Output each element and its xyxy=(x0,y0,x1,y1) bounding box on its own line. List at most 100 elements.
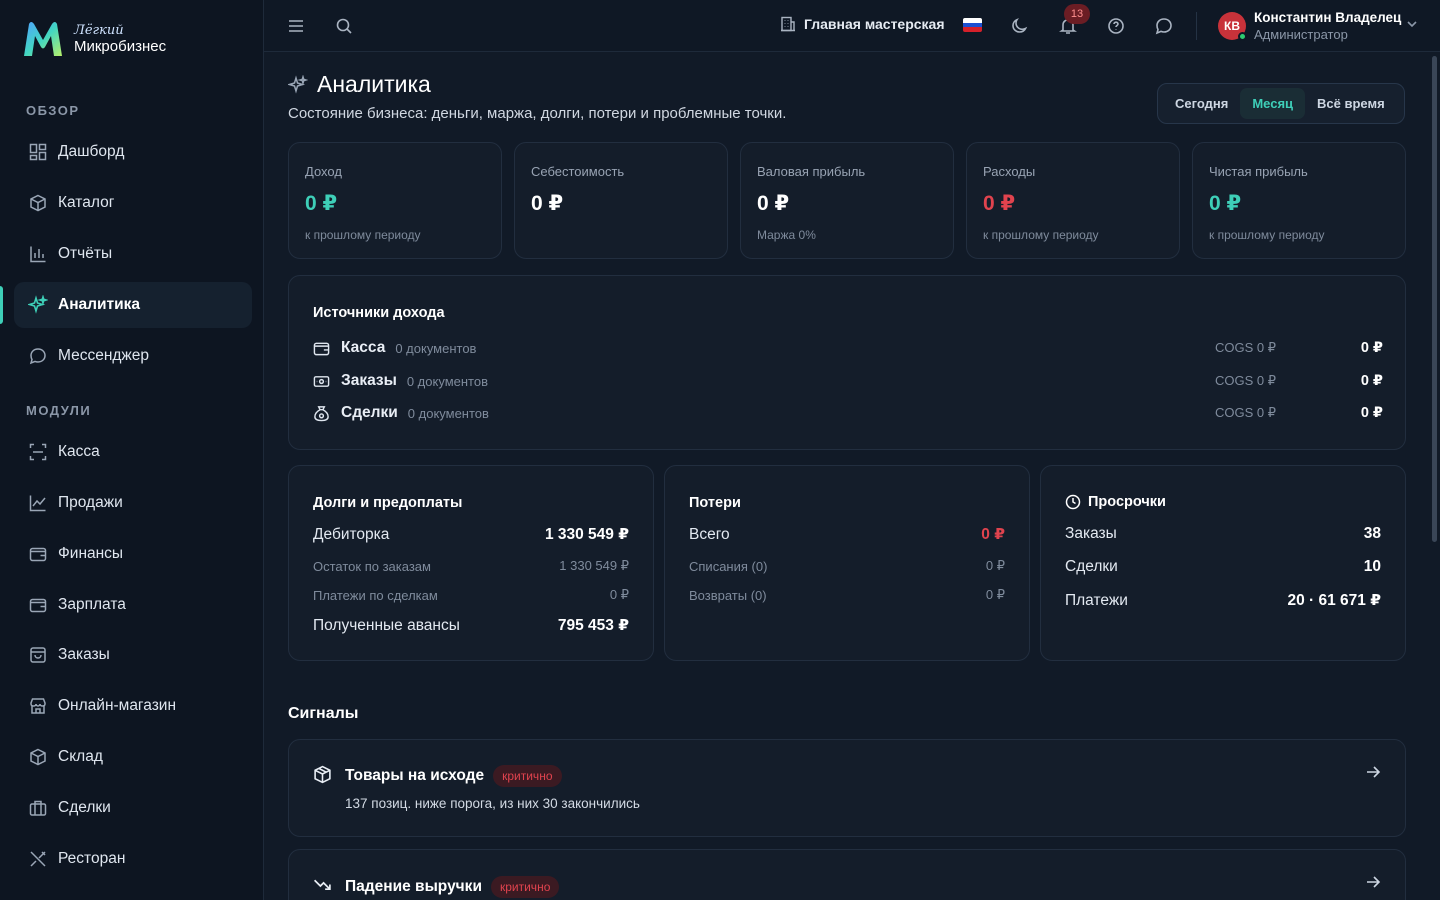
deal-payments-value: 0 ₽ xyxy=(609,587,629,602)
sidebar-item-reports[interactable]: Отчёты xyxy=(14,231,252,277)
period-switcher: Сегодня Месяц Всё время xyxy=(1157,83,1405,124)
sidebar-item-sales[interactable]: Продажи xyxy=(14,480,252,526)
list-item[interactable]: Заказы 0 документов COGS 0 ₽ 0 ₽ xyxy=(313,369,1383,393)
income-sources-title: Источники дохода xyxy=(313,305,445,321)
sidebar-item-label: Зарплата xyxy=(58,596,126,613)
source-amount: 0 ₽ xyxy=(1360,405,1383,421)
sidebar-item-label: Каталог xyxy=(58,194,115,211)
receivable-value: 1 330 549 ₽ xyxy=(544,526,629,543)
help-icon[interactable] xyxy=(1104,14,1128,38)
kpi-label: Себестоимость xyxy=(531,164,625,179)
menu-icon[interactable] xyxy=(284,14,308,38)
overdue-orders-row[interactable]: Заказы 38 xyxy=(1065,525,1381,543)
sidebar-item-salary[interactable]: Зарплата xyxy=(14,582,252,628)
deal-payments-row: Платежи по сделкам 0 ₽ xyxy=(313,587,629,603)
sidebar-item-label: Финансы xyxy=(58,545,124,562)
sidebar-item-analytics[interactable]: Аналитика xyxy=(14,282,252,328)
logo-mark-icon xyxy=(24,22,62,56)
kpi-income: Доход 0 ₽ к прошлому периоду xyxy=(288,142,502,259)
deal-payments-label: Платежи по сделкам xyxy=(313,587,438,603)
orders-rest-label: Остаток по заказам xyxy=(313,558,431,574)
returns-label: Возвраты (0) xyxy=(689,587,767,603)
utensils-icon xyxy=(28,849,48,869)
orders-rest-value: 1 330 549 ₽ xyxy=(559,558,629,573)
signals-title: Сигналы xyxy=(288,705,359,722)
active-indicator xyxy=(0,286,3,324)
topbar: Главная мастерская 13 КВ Константин Влад… xyxy=(264,0,1440,52)
sidebar-item-cashier[interactable]: Касса xyxy=(14,429,252,475)
scrollbar[interactable] xyxy=(1432,56,1437,542)
list-item[interactable]: Сделки 0 документов COGS 0 ₽ 0 ₽ xyxy=(313,401,1383,425)
overdue-title: Просрочки xyxy=(1065,494,1166,510)
sidebar-item-label: Онлайн-магазин xyxy=(58,697,177,714)
source-amount: 0 ₽ xyxy=(1360,340,1383,356)
chat-icon[interactable] xyxy=(1152,14,1176,38)
returns-value: 0 ₽ xyxy=(985,587,1005,602)
source-amount: 0 ₽ xyxy=(1360,373,1383,389)
brand-line2: Микробизнес xyxy=(74,38,167,55)
overdue-card: Просрочки Заказы 38 Сделки 10 Платежи 20… xyxy=(1040,465,1406,661)
writeoffs-label: Списания (0) xyxy=(689,558,768,574)
losses-card: Потери Всего 0 ₽ Списания (0) 0 ₽ Возвра… xyxy=(664,465,1030,661)
status-badge: критично xyxy=(490,876,560,898)
kpi-gross-profit: Валовая прибыль 0 ₽ Маржа 0% xyxy=(740,142,954,259)
arrow-right-icon[interactable] xyxy=(1365,874,1381,895)
losses-total-row: Всего 0 ₽ xyxy=(689,525,1005,544)
sidebar-item-label: Продажи xyxy=(58,494,123,511)
ru-flag-icon[interactable] xyxy=(963,18,982,32)
sidebar-item-label: Аналитика xyxy=(58,296,141,313)
signal-card-low-stock[interactable]: Товары на исходе критично 137 позиц. ниж… xyxy=(288,739,1406,837)
page-title-text: Аналитика xyxy=(317,71,431,97)
writeoffs-row: Списания (0) 0 ₽ xyxy=(689,558,1005,574)
arrow-right-icon[interactable] xyxy=(1365,764,1381,785)
overdue-payments-label: Платежи xyxy=(1065,591,1128,609)
signal-title: Падение выручки критично xyxy=(345,876,560,898)
overdue-deals-row[interactable]: Сделки 10 xyxy=(1065,558,1381,576)
section-overview: ОБЗОР xyxy=(26,103,80,118)
signal-description: 137 позиц. ниже порога, из них 30 законч… xyxy=(345,796,640,811)
bag-icon xyxy=(28,645,48,665)
losses-title: Потери xyxy=(689,495,741,511)
sidebar-item-dashboard[interactable]: Дашборд xyxy=(14,129,252,175)
sidebar-item-orders[interactable]: Заказы xyxy=(14,632,252,678)
source-cogs: COGS 0 ₽ xyxy=(1215,340,1277,355)
sidebar-item-finance[interactable]: Финансы xyxy=(14,531,252,577)
page-title: Аналитика xyxy=(288,71,431,98)
source-cogs: COGS 0 ₽ xyxy=(1215,405,1277,420)
sidebar: Лёгкий Микробизнес ОБЗОР Дашборд Каталог… xyxy=(0,0,264,900)
list-item[interactable]: Касса 0 документов COGS 0 ₽ 0 ₽ xyxy=(313,336,1383,360)
overdue-deals-value: 10 xyxy=(1363,558,1381,575)
sidebar-item-messenger[interactable]: Мессенджер xyxy=(14,333,252,379)
online-status-dot xyxy=(1238,32,1247,41)
sidebar-item-deals[interactable]: Сделки xyxy=(14,785,252,831)
topbar-divider xyxy=(1196,12,1197,40)
workshop-selector[interactable]: Главная мастерская xyxy=(780,16,945,32)
money-bag-icon xyxy=(313,404,331,422)
debts-card: Долги и предоплаты Дебиторка 1 330 549 ₽… xyxy=(288,465,654,661)
wallet-icon xyxy=(28,544,48,564)
income-sources-card: Источники дохода Касса 0 документов COGS… xyxy=(288,275,1406,450)
overdue-payments-row[interactable]: Платежи 20 · 61 671 ₽ xyxy=(1065,591,1381,610)
sidebar-item-warehouse[interactable]: Склад xyxy=(14,734,252,780)
search-icon[interactable] xyxy=(332,14,356,38)
sidebar-item-label: Дашборд xyxy=(58,143,125,160)
period-today[interactable]: Сегодня xyxy=(1163,88,1240,119)
kpi-label: Доход xyxy=(305,164,342,179)
signal-card-revenue-drop[interactable]: Падение выручки критично xyxy=(288,849,1406,900)
chat-icon xyxy=(28,346,48,366)
period-month[interactable]: Месяц xyxy=(1240,88,1306,119)
box-icon xyxy=(313,765,332,789)
moon-icon[interactable] xyxy=(1008,14,1032,38)
chevron-down-icon[interactable] xyxy=(1406,17,1418,35)
orders-rest-row: Остаток по заказам 1 330 549 ₽ xyxy=(313,558,629,574)
sidebar-item-catalog[interactable]: Каталог xyxy=(14,180,252,226)
sidebar-item-restaurant[interactable]: Ресторан xyxy=(14,836,252,882)
store-icon xyxy=(28,696,48,716)
trending-down-icon xyxy=(313,876,332,900)
workshop-name: Главная мастерская xyxy=(804,16,945,32)
user-name[interactable]: Константин Владелец xyxy=(1254,10,1401,25)
sidebar-item-online-store[interactable]: Онлайн-магазин xyxy=(14,683,252,729)
brand-logo[interactable]: Лёгкий Микробизнес xyxy=(20,18,166,60)
period-all-time[interactable]: Всё время xyxy=(1305,88,1397,119)
page-subtitle: Состояние бизнеса: деньги, маржа, долги,… xyxy=(288,105,787,122)
